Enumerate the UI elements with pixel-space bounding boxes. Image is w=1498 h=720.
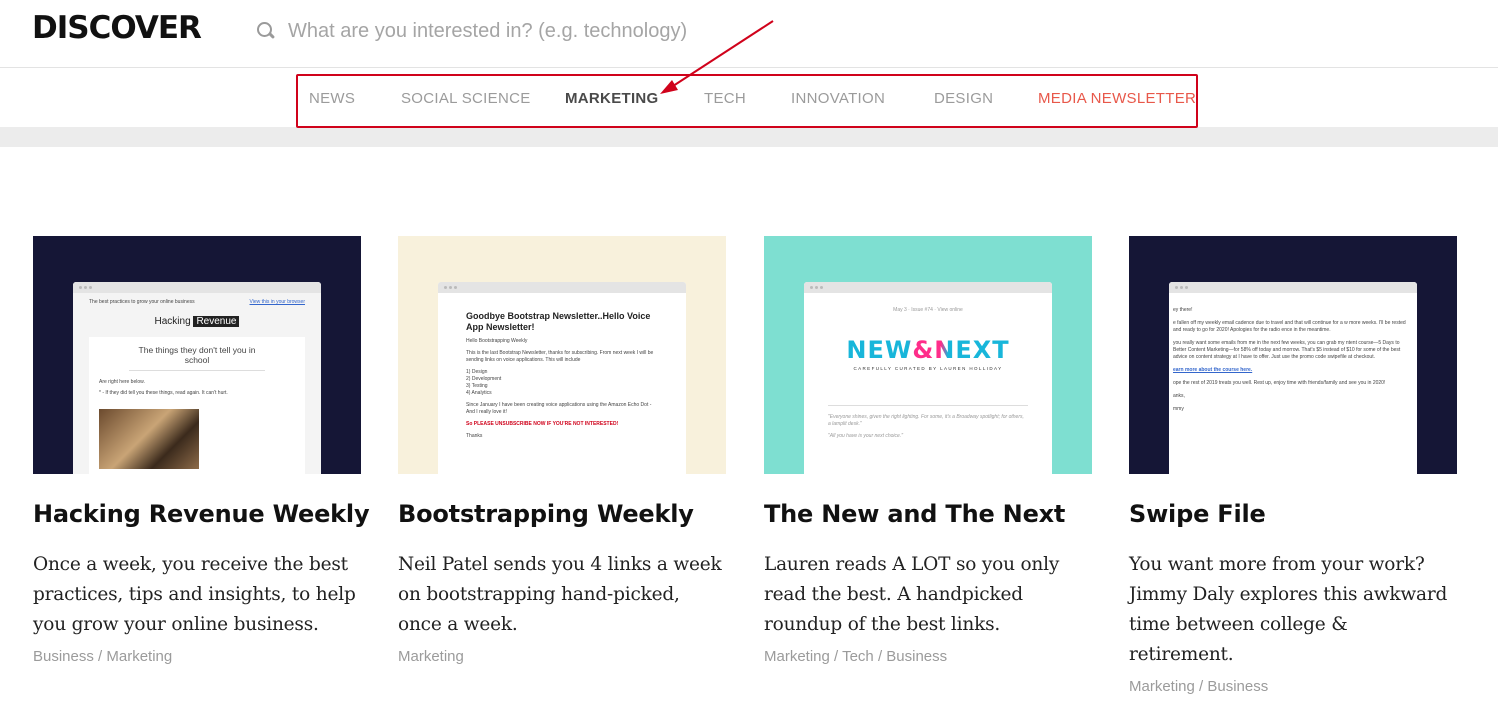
newsletter-preview-image[interactable]: Goodbye Bootstrap Newsletter..Hello Voic… bbox=[398, 236, 726, 474]
preview-text: * - If they did tell you these things, r… bbox=[99, 390, 228, 396]
tab-social-science[interactable]: SOCIAL SCIENCE bbox=[401, 90, 531, 107]
preview-text: e fallen off my weekly email cadence due… bbox=[1173, 320, 1406, 333]
newsletter-description: You want more from your work? Jimmy Daly… bbox=[1129, 554, 1448, 665]
preview-quote: "All you have is your next choice." bbox=[828, 433, 903, 439]
preview-brand-highlight: Revenue bbox=[193, 316, 240, 327]
preview-text: Are right here below. bbox=[99, 379, 145, 385]
email-preview-window: Goodbye Bootstrap Newsletter..Hello Voic… bbox=[438, 282, 686, 474]
newsletter-title[interactable]: The New and The Next bbox=[764, 500, 1092, 528]
preview-alert: So PLEASE UNSUBSCRIBE NOW IF YOU'RE NOT … bbox=[466, 421, 619, 427]
newsletter-card[interactable]: The best practices to grow your online b… bbox=[33, 236, 370, 665]
email-preview-window: ey there! e fallen off my weekly email c… bbox=[1169, 282, 1417, 474]
preview-text: ey there! bbox=[1173, 307, 1193, 313]
newsletter-card[interactable]: ey there! e fallen off my weekly email c… bbox=[1129, 236, 1457, 695]
preview-text: Hello Bootstrapping Weekly bbox=[466, 338, 528, 344]
search-input[interactable] bbox=[288, 19, 748, 43]
tab-media-newsletter[interactable]: MEDIA NEWSLETTER bbox=[1038, 90, 1196, 107]
preview-text: Thanks bbox=[466, 433, 483, 439]
newsletter-title[interactable]: Hacking Revenue Weekly bbox=[33, 500, 370, 528]
category-nav: NEWS SOCIAL SCIENCE MARKETING TECH INNOV… bbox=[296, 74, 1198, 128]
newsletter-preview-image[interactable]: ey there! e fallen off my weekly email c… bbox=[1129, 236, 1457, 474]
tab-marketing[interactable]: MARKETING bbox=[565, 90, 659, 107]
newsletter-description: Once a week, you receive the best practi… bbox=[33, 554, 356, 635]
preview-link: View this in your browser bbox=[249, 299, 306, 305]
tab-news[interactable]: NEWS bbox=[309, 90, 355, 107]
preview-list-item: 1) Design bbox=[466, 369, 488, 375]
preview-text: This is the last Bootstrap Newsletter, t… bbox=[466, 350, 654, 363]
newsletter-tags[interactable]: Marketing / Tech / Business bbox=[764, 648, 1092, 665]
newsletter-tags[interactable]: Business / Marketing bbox=[33, 648, 361, 665]
divider-band bbox=[0, 127, 1498, 147]
preview-headline: The things they don't tell you in school bbox=[129, 345, 265, 371]
preview-text: anks, bbox=[1173, 393, 1185, 399]
search-box[interactable] bbox=[256, 16, 756, 46]
preview-quote: "Everyone shines, given the right lighti… bbox=[828, 414, 1024, 427]
newsletter-preview-image[interactable]: The best practices to grow your online b… bbox=[33, 236, 361, 474]
preview-tagline: CAREFULLY CURATED BY LAUREN HOLLIDAY bbox=[853, 366, 1003, 371]
preview-link: earn more about the course here. bbox=[1173, 367, 1253, 373]
preview-list-item: 4) Analytics bbox=[466, 390, 492, 396]
preview-brand: Hacking bbox=[154, 316, 191, 327]
newsletter-card[interactable]: Goodbye Bootstrap Newsletter..Hello Voic… bbox=[398, 236, 726, 665]
email-preview-window: May 3 · Issue #74 · View online NEW&NEXT… bbox=[804, 282, 1052, 474]
tab-design[interactable]: DESIGN bbox=[934, 90, 993, 107]
preview-text: Since January I have been creating voice… bbox=[466, 402, 652, 415]
newsletter-tags[interactable]: Marketing / Business bbox=[1129, 678, 1457, 695]
top-bar: DISCOVER bbox=[0, 0, 1498, 68]
search-icon[interactable] bbox=[256, 21, 276, 41]
preview-photo bbox=[99, 409, 199, 469]
tab-innovation[interactable]: INNOVATION bbox=[791, 90, 885, 107]
newsletter-card[interactable]: May 3 · Issue #74 · View online NEW&NEXT… bbox=[764, 236, 1092, 665]
tab-tech[interactable]: TECH bbox=[704, 90, 746, 107]
newsletter-title[interactable]: Swipe File bbox=[1129, 500, 1457, 528]
preview-list-item: 3) Testing bbox=[466, 383, 488, 389]
email-preview-window: The best practices to grow your online b… bbox=[73, 282, 321, 474]
newsletter-title[interactable]: Bootstrapping Weekly bbox=[398, 500, 726, 528]
newsletter-tags[interactable]: Marketing bbox=[398, 648, 726, 665]
preview-list-item: 2) Development bbox=[466, 376, 502, 382]
newandnext-logo: NEW&NEXT bbox=[846, 336, 1010, 364]
preview-text: you really want some emails from me in t… bbox=[1173, 340, 1401, 360]
newsletter-description: Lauren reads A LOT so you only read the … bbox=[764, 554, 1060, 635]
preview-text: mmy bbox=[1173, 406, 1184, 412]
newsletter-preview-image[interactable]: May 3 · Issue #74 · View online NEW&NEXT… bbox=[764, 236, 1092, 474]
preview-headline: Goodbye Bootstrap Newsletter..Hello Voic… bbox=[466, 311, 651, 332]
newsletter-description: Neil Patel sends you 4 links a week on b… bbox=[398, 554, 722, 635]
preview-text: ope the rest of 2019 treats you well. Re… bbox=[1173, 380, 1386, 386]
preview-text: The best practices to grow your online b… bbox=[89, 299, 195, 305]
site-logo[interactable]: DISCOVER bbox=[32, 10, 202, 46]
preview-meta: May 3 · Issue #74 · View online bbox=[893, 307, 963, 313]
